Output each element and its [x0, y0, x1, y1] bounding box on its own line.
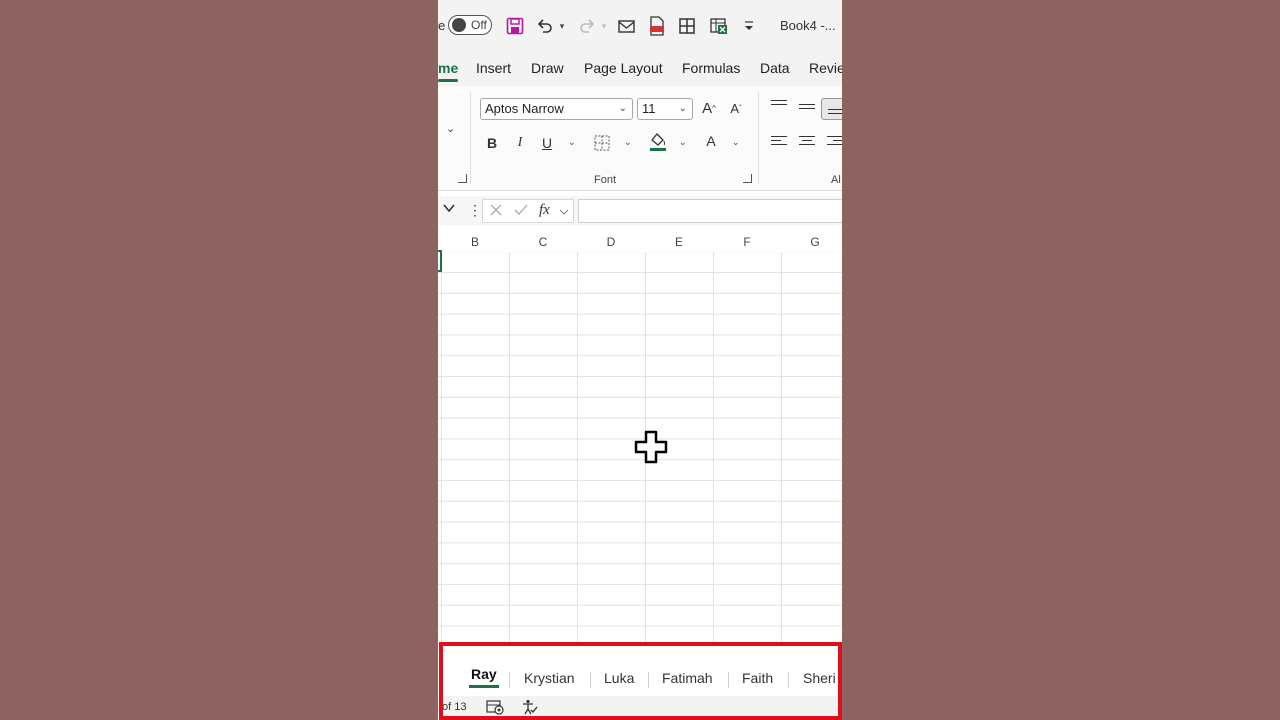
workbook-statistics-icon[interactable] [486, 699, 504, 720]
borders-dropdown-icon[interactable]: ⌄ [624, 137, 632, 148]
chevron-down-icon[interactable] [559, 204, 569, 222]
font-color-dropdown-icon[interactable]: ⌄ [732, 137, 740, 148]
excel-window: e Off ▾ ▾ Book4 -... me Insert Draw Page… [438, 0, 842, 720]
align-center-icon[interactable] [799, 136, 815, 148]
borders-button-icon[interactable] [592, 133, 612, 153]
tab-data[interactable]: Data [760, 60, 790, 76]
undo-icon[interactable] [534, 14, 556, 38]
borders-icon[interactable] [676, 14, 698, 38]
tab-home[interactable]: me [438, 60, 459, 82]
customize-toolbar-icon[interactable] [740, 14, 758, 38]
group-separator [758, 92, 759, 184]
clipboard-launcher-icon[interactable] [458, 174, 467, 183]
sheet-tab-luka[interactable]: Luka [604, 670, 634, 686]
undo-dropdown-icon[interactable]: ▾ [556, 14, 568, 38]
column-header-g[interactable]: G [781, 235, 842, 249]
sheet-separator [788, 672, 789, 688]
fill-color-dropdown-icon[interactable]: ⌄ [679, 137, 687, 148]
align-right-icon[interactable] [827, 136, 842, 148]
column-header-f[interactable]: F [713, 235, 781, 249]
align-left-icon[interactable] [771, 136, 787, 148]
align-top-icon[interactable] [771, 100, 787, 112]
cancel-icon[interactable] [489, 203, 503, 222]
redo-icon[interactable] [576, 14, 598, 38]
sheet-tab-sheri[interactable]: Sheri [803, 670, 836, 686]
tab-insert[interactable]: Insert [476, 60, 511, 76]
formula-controls: fx [482, 199, 574, 223]
sheet-separator [648, 672, 649, 688]
formula-bar: ⋮ fx [438, 196, 842, 226]
accessibility-icon[interactable] [520, 699, 538, 720]
sheet-tab-bar: Ray Krystian Luka Fatimah Faith Sheri of… [438, 644, 842, 720]
sheet-separator [728, 672, 729, 688]
font-size-value: 11 [642, 101, 656, 116]
font-launcher-icon[interactable] [743, 174, 752, 183]
redo-dropdown-icon[interactable]: ▾ [598, 14, 610, 38]
cross-cursor-icon [634, 430, 670, 466]
font-group-label: Font [594, 174, 617, 186]
decrease-font-size-icon[interactable]: Aˇ [726, 98, 746, 118]
clipboard-more-icon[interactable]: ⌄ [446, 122, 455, 135]
font-name-value: Aptos Narrow [485, 101, 564, 116]
increase-font-size-icon[interactable]: A ^ [699, 98, 719, 118]
sheet-tab-krystian[interactable]: Krystian [524, 670, 575, 686]
column-headers: B C D E F G [438, 232, 842, 253]
align-bottom-icon [828, 109, 842, 121]
document-title: Book4 -... [780, 18, 836, 33]
group-separator [470, 92, 471, 184]
autosave-toggle[interactable]: Off [448, 15, 492, 35]
column-header-e[interactable]: E [645, 235, 713, 249]
font-size-combo[interactable]: 11 ⌄ [637, 98, 693, 120]
sheet-separator [590, 672, 591, 688]
ribbon: ⌄ Aptos Narrow ⌄ 11 ⌄ A ^ Aˇ B I U ⌄ ⌄ ⌄ … [438, 86, 842, 191]
toggle-knob [452, 18, 466, 32]
sheet-count: of 13 [442, 701, 467, 713]
column-header-d[interactable]: D [577, 235, 645, 249]
font-color-button[interactable]: A [701, 131, 721, 151]
formula-input[interactable] [578, 199, 842, 223]
more-options-icon[interactable]: ⋮ [468, 202, 482, 219]
insert-function-icon[interactable]: fx [539, 202, 550, 219]
name-box-chevron-down-icon[interactable] [442, 201, 456, 218]
sheet-separator [509, 672, 510, 688]
sheet-tab-fatimah[interactable]: Fatimah [662, 670, 713, 686]
quick-access-toolbar: e Off ▾ ▾ Book4 -... [438, 0, 842, 52]
excel-table-icon[interactable] [708, 14, 730, 38]
tab-review[interactable]: Revie [809, 60, 842, 76]
underline-dropdown-icon[interactable]: ⌄ [568, 137, 576, 148]
bold-button[interactable]: B [482, 133, 502, 153]
tab-draw[interactable]: Draw [531, 60, 564, 76]
email-icon[interactable] [616, 14, 638, 38]
column-header-b[interactable]: B [441, 235, 509, 249]
enter-check-icon[interactable] [513, 203, 529, 222]
fill-color-icon[interactable] [648, 132, 668, 152]
tab-formulas[interactable]: Formulas [682, 60, 740, 76]
alignment-group-label: Al [831, 174, 841, 186]
align-bottom-button[interactable] [821, 98, 842, 120]
selected-cell-indicator [438, 250, 442, 272]
chevron-down-icon: ⌄ [678, 103, 687, 114]
sheet-tab-faith[interactable]: Faith [742, 670, 773, 686]
column-header-c[interactable]: C [509, 235, 577, 249]
pdf-icon[interactable] [646, 14, 668, 38]
ribbon-tabs: me Insert Draw Page Layout Formulas Data… [438, 52, 842, 86]
autosave-state: Off [471, 18, 487, 32]
status-bar: of 13 [438, 696, 842, 720]
italic-button[interactable]: I [510, 133, 530, 153]
sheet-tab-ray[interactable]: Ray [469, 666, 499, 688]
underline-button[interactable]: U [537, 133, 557, 153]
chevron-down-icon: ⌄ [618, 103, 627, 114]
tab-page-layout[interactable]: Page Layout [584, 60, 663, 76]
save-icon[interactable] [504, 14, 526, 38]
align-middle-icon[interactable] [799, 104, 815, 116]
autosave-label-fragment: e [438, 18, 446, 33]
font-name-combo[interactable]: Aptos Narrow ⌄ [480, 98, 633, 120]
